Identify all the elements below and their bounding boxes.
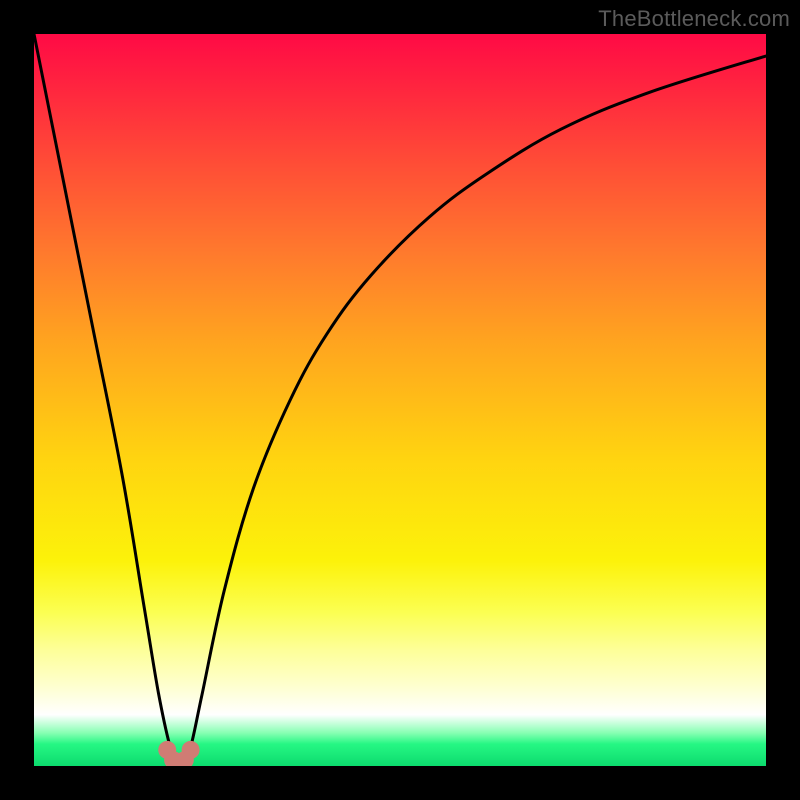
min-cluster [158,741,199,766]
watermark-text: TheBottleneck.com [598,6,790,32]
chart-frame: TheBottleneck.com [0,0,800,800]
plot-area [34,34,766,766]
min-cluster-point [182,741,200,759]
chart-svg [34,34,766,766]
bottleneck-curve [34,34,766,765]
